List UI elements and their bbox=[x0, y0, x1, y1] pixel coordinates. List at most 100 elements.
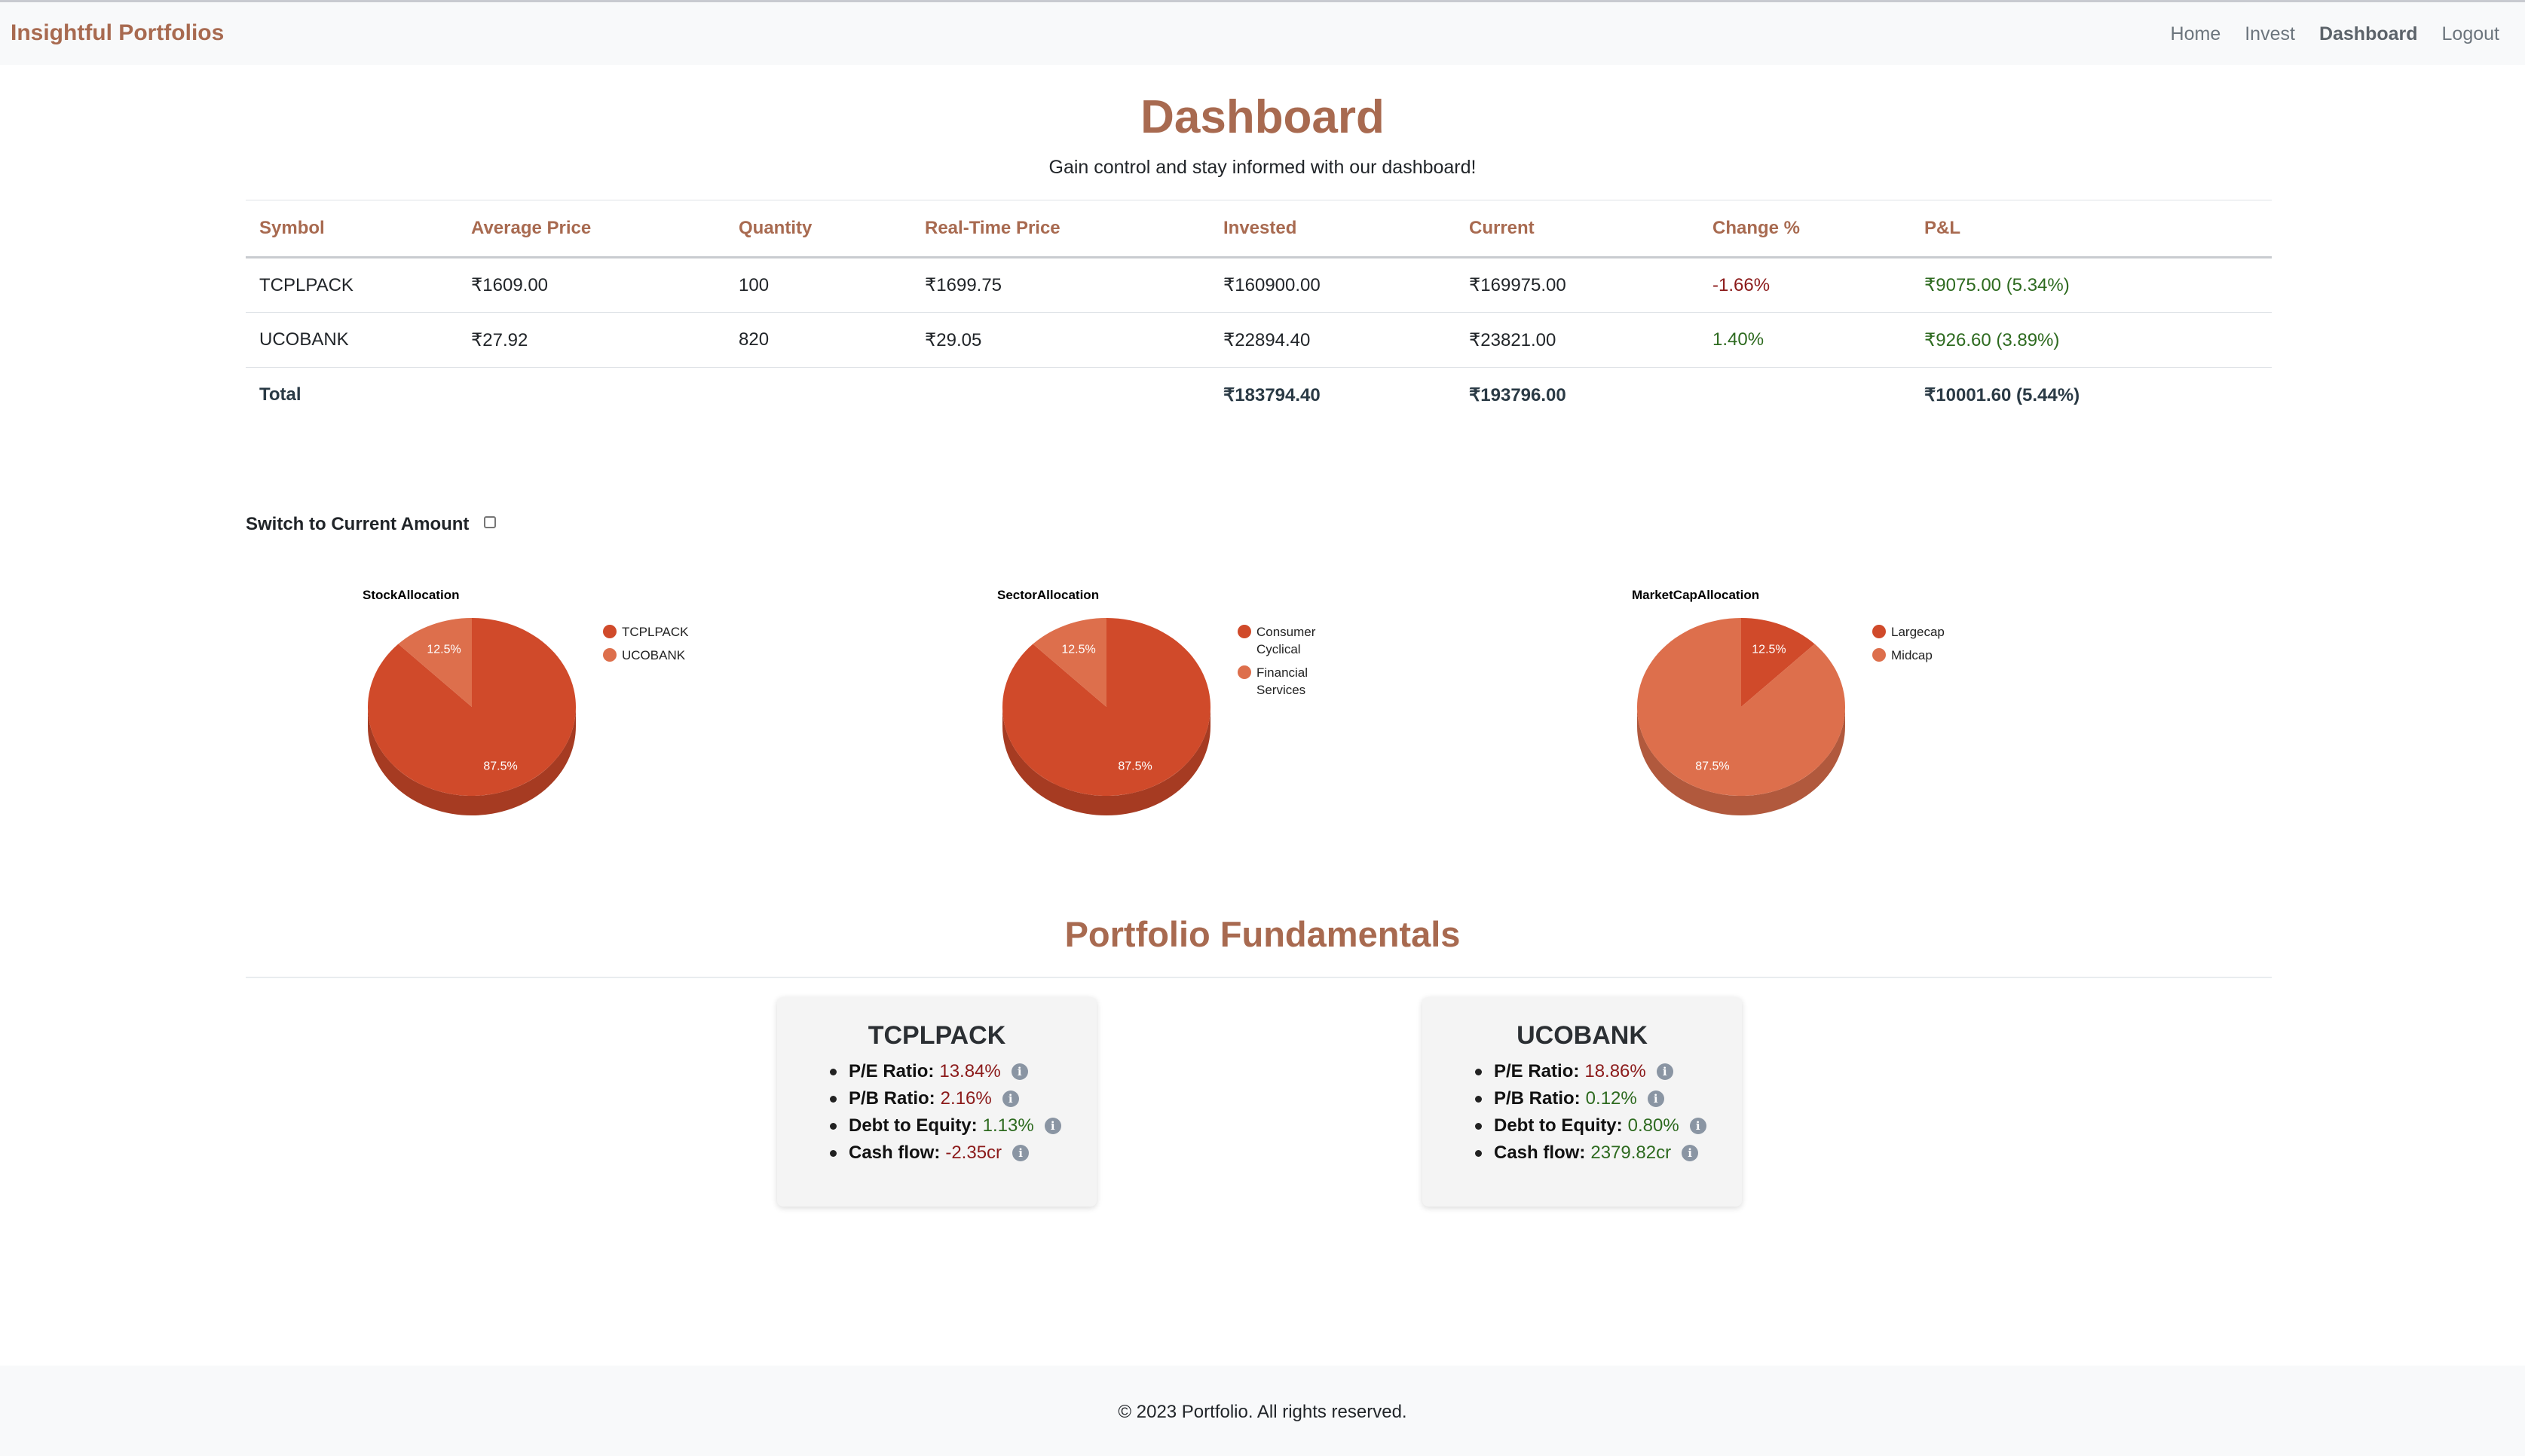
nav-link-dashboard[interactable]: Dashboard bbox=[2319, 23, 2418, 45]
metric-value: -2.35cr bbox=[945, 1142, 1002, 1163]
pie-chart-stockallocation: StockAllocation 87.5% 12.5% TCPLPACK UCOBANK bbox=[246, 588, 698, 837]
legend-swatch bbox=[1238, 665, 1251, 679]
metric-item: Debt to Equity: 0.80% i bbox=[1475, 1112, 1742, 1139]
legend-swatch bbox=[1872, 648, 1886, 662]
column-header: P&L bbox=[1911, 200, 2272, 258]
cell-current: ₹23821.00 bbox=[1455, 312, 1699, 368]
info-icon[interactable]: i bbox=[1682, 1145, 1699, 1161]
cell-pnl: ₹926.60 (3.89%) bbox=[1911, 312, 2272, 368]
column-header: Real-Time Price bbox=[911, 200, 1210, 258]
info-icon[interactable]: i bbox=[1689, 1118, 1706, 1134]
metric-label: Cash flow: bbox=[1494, 1142, 1586, 1163]
legend-label: Financial Services bbox=[1256, 665, 1308, 697]
column-header: Current bbox=[1455, 200, 1699, 258]
cell-symbol: UCOBANK bbox=[246, 312, 458, 368]
metric-item: Cash flow: 2379.82cr i bbox=[1475, 1139, 1742, 1167]
column-header: Quantity bbox=[725, 200, 911, 258]
table-row: UCOBANK ₹27.92 820 ₹29.05 ₹22894.40 ₹238… bbox=[246, 312, 2272, 368]
pie-data-label: 87.5% bbox=[1695, 760, 1729, 772]
legend-swatch bbox=[1238, 625, 1251, 638]
metric-label: P/E Ratio: bbox=[849, 1061, 935, 1081]
legend-item[interactable]: Largecap bbox=[1872, 623, 1945, 641]
table-total-row: Total ₹183794.40 ₹193796.00 ₹10001.60 (5… bbox=[246, 368, 2272, 423]
section-divider bbox=[246, 977, 2272, 978]
nav-link-invest[interactable]: Invest bbox=[2245, 23, 2295, 45]
page-title: Dashboard bbox=[1140, 91, 1385, 143]
pie-chart-marketcapallocation: MarketCapAllocation 12.5% 87.5% Largecap Mid… bbox=[1515, 588, 1967, 837]
metric-label: P/B Ratio: bbox=[849, 1088, 935, 1109]
brand-logo[interactable]: Insightful Portfolios bbox=[11, 20, 224, 46]
pie-data-label: 12.5% bbox=[1752, 644, 1786, 656]
info-icon[interactable]: i bbox=[1012, 1145, 1030, 1161]
cell-invested: ₹22894.40 bbox=[1210, 312, 1455, 368]
pie-data-label: 87.5% bbox=[483, 760, 517, 772]
column-header: Change % bbox=[1699, 200, 1911, 258]
metric-value: 2379.82cr bbox=[1590, 1142, 1672, 1163]
legend-label: Consumer Cyclical bbox=[1256, 625, 1316, 656]
pie-svg: 87.5% 12.5% bbox=[368, 618, 576, 815]
nav-link-home[interactable]: Home bbox=[2171, 23, 2221, 45]
cell-current: ₹169975.00 bbox=[1455, 257, 1699, 313]
fundamentals-card-ucobank: UCOBANK P/E Ratio: 18.86% i P/B Ratio: 0.12… bbox=[1422, 997, 1742, 1207]
column-header: Invested bbox=[1210, 200, 1455, 258]
metric-value: 0.12% bbox=[1585, 1088, 1637, 1109]
cell-symbol: TCPLPACK bbox=[246, 257, 458, 313]
info-icon[interactable]: i bbox=[1044, 1118, 1061, 1134]
metric-label: Debt to Equity: bbox=[849, 1115, 978, 1136]
metric-item: P/E Ratio: 18.86% i bbox=[1475, 1058, 1742, 1085]
info-icon[interactable]: i bbox=[1002, 1090, 1019, 1107]
switch-checkbox[interactable] bbox=[484, 516, 497, 528]
metric-item: Debt to Equity: 1.13% i bbox=[830, 1112, 1097, 1139]
legend-item[interactable]: TCPLPACK bbox=[603, 623, 689, 641]
legend-item[interactable]: UCOBANK bbox=[603, 647, 689, 664]
metric-item: P/B Ratio: 0.12% i bbox=[1475, 1085, 1742, 1112]
legend-item[interactable]: Financial Services bbox=[1238, 664, 1315, 699]
switch-current-amount[interactable]: Switch to Current Amount bbox=[246, 514, 497, 535]
metric-value: 18.86% bbox=[1584, 1061, 1646, 1081]
total-pnl: ₹10001.60 (5.44%) bbox=[1924, 384, 2080, 405]
legend-swatch bbox=[1872, 625, 1886, 638]
fundamentals-card-tcplpack: TCPLPACK P/E Ratio: 13.84% i P/B Ratio: 2.1… bbox=[777, 997, 1097, 1207]
cell-realtime-price: ₹29.05 bbox=[911, 312, 1210, 368]
legend-swatch bbox=[603, 625, 617, 638]
fundamentals-title: Portfolio Fundamentals bbox=[1064, 914, 1461, 954]
switch-label: Switch to Current Amount bbox=[246, 514, 470, 534]
total-current: ₹193796.00 bbox=[1469, 384, 1566, 405]
legend-item[interactable]: Midcap bbox=[1872, 647, 1945, 664]
cell-realtime-price: ₹1699.75 bbox=[911, 257, 1210, 313]
table-row: TCPLPACK ₹1609.00 100 ₹1699.75 ₹160900.0… bbox=[246, 257, 2272, 313]
column-header: Symbol bbox=[246, 200, 458, 258]
cell-avg-price: ₹27.92 bbox=[458, 312, 725, 368]
metric-label: Debt to Equity: bbox=[1494, 1115, 1623, 1136]
card-title: UCOBANK bbox=[1517, 1021, 1648, 1050]
cell-change: 1.40% bbox=[1699, 312, 1911, 368]
legend-item[interactable]: Consumer Cyclical bbox=[1238, 623, 1315, 658]
pie-data-label: 12.5% bbox=[427, 644, 461, 656]
pie-slice[interactable] bbox=[1637, 618, 1845, 796]
chart-legend: TCPLPACK UCOBANK bbox=[603, 623, 689, 670]
metric-label: P/E Ratio: bbox=[1494, 1061, 1580, 1081]
metrics-list: P/E Ratio: 18.86% i P/B Ratio: 0.12% i Debt … bbox=[1422, 1058, 1742, 1167]
card-title: TCPLPACK bbox=[868, 1021, 1006, 1050]
metric-value: 2.16% bbox=[940, 1088, 992, 1109]
pie-svg: 87.5% 12.5% bbox=[1002, 618, 1210, 815]
footer-copyright: © 2023 Portfolio. All rights reserved. bbox=[1118, 1402, 1407, 1422]
cell-avg-price: ₹1609.00 bbox=[458, 257, 725, 313]
info-icon[interactable]: i bbox=[1011, 1063, 1028, 1080]
metric-item: P/E Ratio: 13.84% i bbox=[830, 1058, 1097, 1085]
nav-link-logout[interactable]: Logout bbox=[2442, 23, 2499, 45]
holdings-table: Symbol Average Price Quantity Real-Time … bbox=[246, 200, 2272, 423]
pie-svg: 12.5% 87.5% bbox=[1637, 618, 1845, 815]
legend-label: Largecap bbox=[1891, 625, 1945, 639]
metrics-list: P/E Ratio: 13.84% i P/B Ratio: 2.16% i Debt … bbox=[777, 1058, 1097, 1167]
cell-pnl: ₹9075.00 (5.34%) bbox=[1911, 257, 2272, 313]
info-icon[interactable]: i bbox=[1647, 1090, 1664, 1107]
chart-legend: Consumer Cyclical Financial Services bbox=[1238, 623, 1315, 705]
metric-label: Cash flow: bbox=[849, 1142, 941, 1163]
chart-title: SectorAllocation bbox=[997, 588, 1100, 602]
info-icon[interactable]: i bbox=[1656, 1063, 1673, 1080]
total-label: Total bbox=[259, 384, 301, 405]
cell-quantity: 100 bbox=[725, 257, 911, 313]
nav-links: Home Invest Dashboard Logout bbox=[2171, 23, 2499, 45]
legend-swatch bbox=[603, 648, 617, 662]
